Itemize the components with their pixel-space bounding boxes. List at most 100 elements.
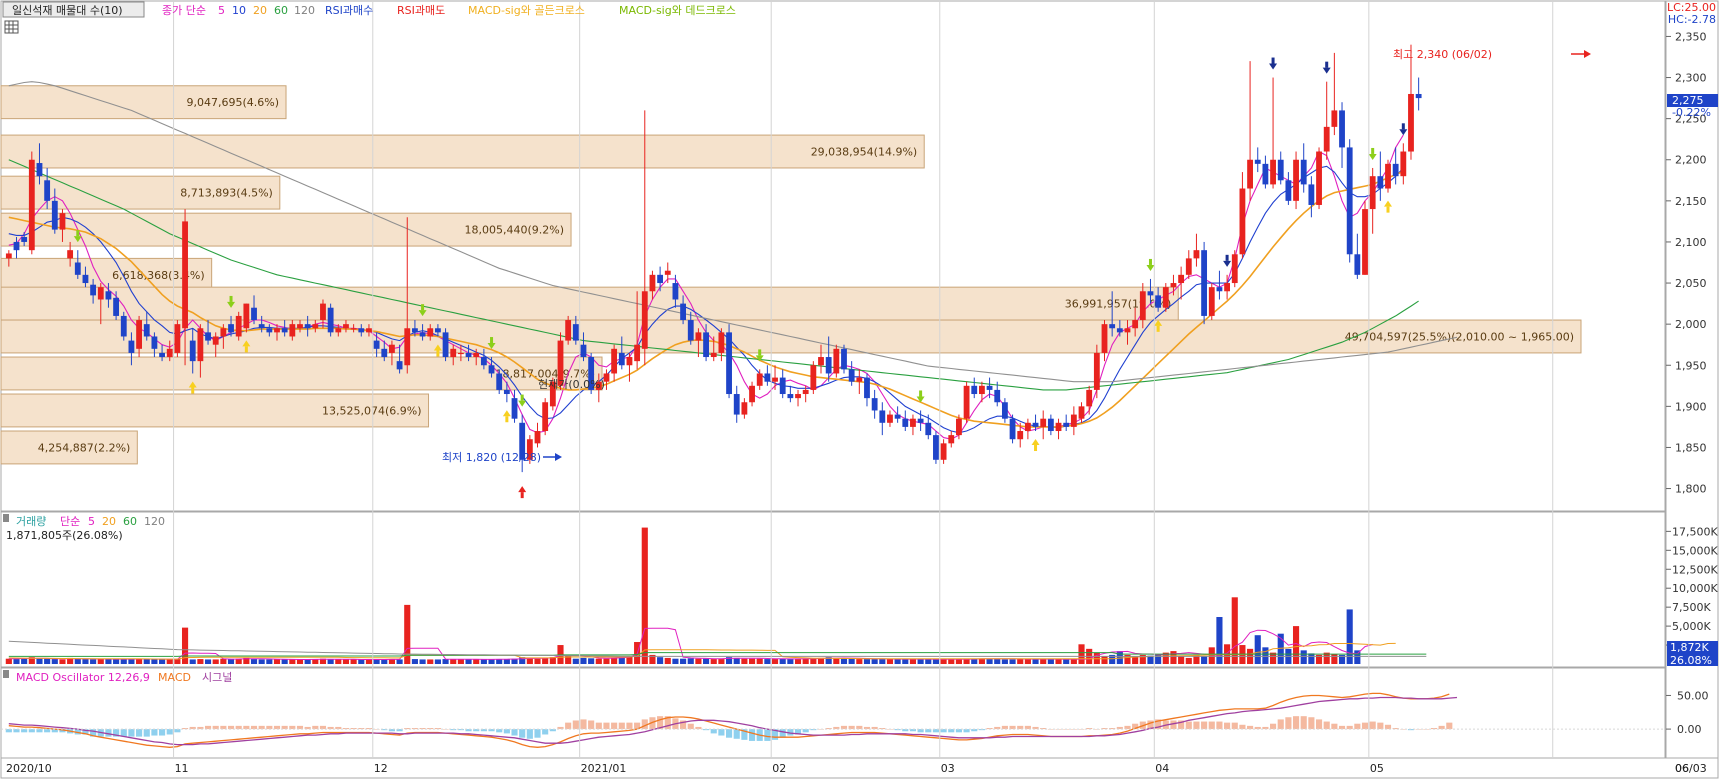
candle-body [542,402,549,432]
volume-bar [1178,656,1185,664]
candle-body [1339,110,1345,148]
price-tick-label: 2,050 [1675,277,1707,290]
candle-body [933,435,939,460]
volume-profile-bar [0,286,1179,321]
price-pane[interactable]: 9,047,695(4.6%) 29,038,954(14.9%) 8,713,89… [0,0,1666,512]
volume-bar [680,658,687,664]
candle-body [327,307,334,333]
candle-body [51,200,58,230]
candle-body [772,377,778,382]
oscillator-bar [1216,721,1223,730]
candle-body [442,332,449,358]
candle-body [1331,110,1338,127]
candle-body [289,324,296,337]
volume-bar [1009,659,1016,664]
volume-bar [1001,659,1008,664]
legend-ma-label: 종가 단순 [162,4,206,17]
volume-bar [113,659,120,664]
volume-pane[interactable] [0,511,1666,668]
candle-body [994,389,1001,403]
candle-body [281,328,288,333]
volume-bar [166,659,173,664]
volume-bar [1055,659,1062,664]
candle-body [228,324,234,333]
volume-profile-label: 18,005,440(9.2%) [465,224,565,237]
macd-pane[interactable] [0,667,1666,759]
oscillator-bar [136,729,143,737]
volume-bar [718,659,725,664]
candle-body [1354,254,1361,275]
oscillator-bar [611,722,618,730]
volume-bar [266,659,273,664]
volume-bar [909,659,917,664]
volume-legend-ma60: 60 [123,515,137,528]
candle-body [986,385,993,390]
oscillator-bar [603,722,610,730]
volume-bar [74,658,81,664]
volume-bar [1308,653,1315,664]
candle-body [59,213,66,230]
candle-body [1178,274,1185,284]
volume-bar [1201,656,1208,664]
oscillator-bar [1323,721,1330,730]
legend-ma10: 10 [232,4,246,17]
candle-body [335,328,342,333]
volume-bar [5,658,12,664]
candle-body [1300,159,1307,185]
oscillator-bar [159,729,166,736]
oscillator-bar [519,729,526,738]
candle-body [580,344,587,358]
candle-body [948,435,955,444]
oscillator-bar [1170,720,1177,730]
legend-rsi-buy: RSI과매수 [325,4,373,17]
volume-bar [1216,617,1223,664]
volume-bar [840,658,848,664]
volume-tick-label: 15,000K [1672,544,1718,557]
candle-body [36,163,43,177]
oscillator-bar [1224,722,1231,730]
candle-body [1208,287,1215,316]
candle-body [1201,250,1208,316]
oscillator-bar [1185,721,1192,730]
grid-icon[interactable] [4,20,19,34]
candle-body [1293,159,1299,201]
volume-bar [450,659,457,664]
candle-body [450,348,457,358]
volume-bar [181,627,189,664]
volume-legend-title: 거래량 [16,515,46,528]
candle-body [1055,422,1062,432]
volume-tick-label: 10,000K [1672,582,1718,595]
candle-body [1392,163,1399,177]
candle-body [373,340,380,349]
oscillator-bar [503,729,510,734]
volume-profile-label: 29,038,954(14.9%) [811,146,918,159]
volume-legend-ma: 단순 [60,515,80,528]
candle-body [1078,406,1085,419]
arrow-stem [1386,206,1390,213]
oscillator-bar [580,719,587,730]
price-badge: 2,275 -0.22% [1667,94,1718,119]
candle-body [235,315,242,337]
candle-body [856,377,863,382]
volume-bar [197,659,204,664]
volume-bar [871,659,878,664]
volume-bar [143,659,150,664]
volume-bar [434,659,441,664]
volume-bar [358,659,365,664]
volume-bar [580,657,587,664]
candle-body [304,324,311,329]
candle-body [940,443,947,460]
candle-body [197,328,204,362]
volume-bar [710,659,717,664]
legend-ma20: 20 [253,4,267,17]
volume-bar [741,658,748,664]
volume-bar [1331,654,1338,664]
volume-bar [940,659,947,664]
candle-body [143,324,150,337]
macd-tick-label: 50.00 [1677,689,1709,702]
candle-body [963,385,970,419]
legend-ma5: 5 [218,4,225,17]
arrow-stem [244,346,248,353]
candle-body [626,357,633,366]
candle-body [733,394,740,415]
